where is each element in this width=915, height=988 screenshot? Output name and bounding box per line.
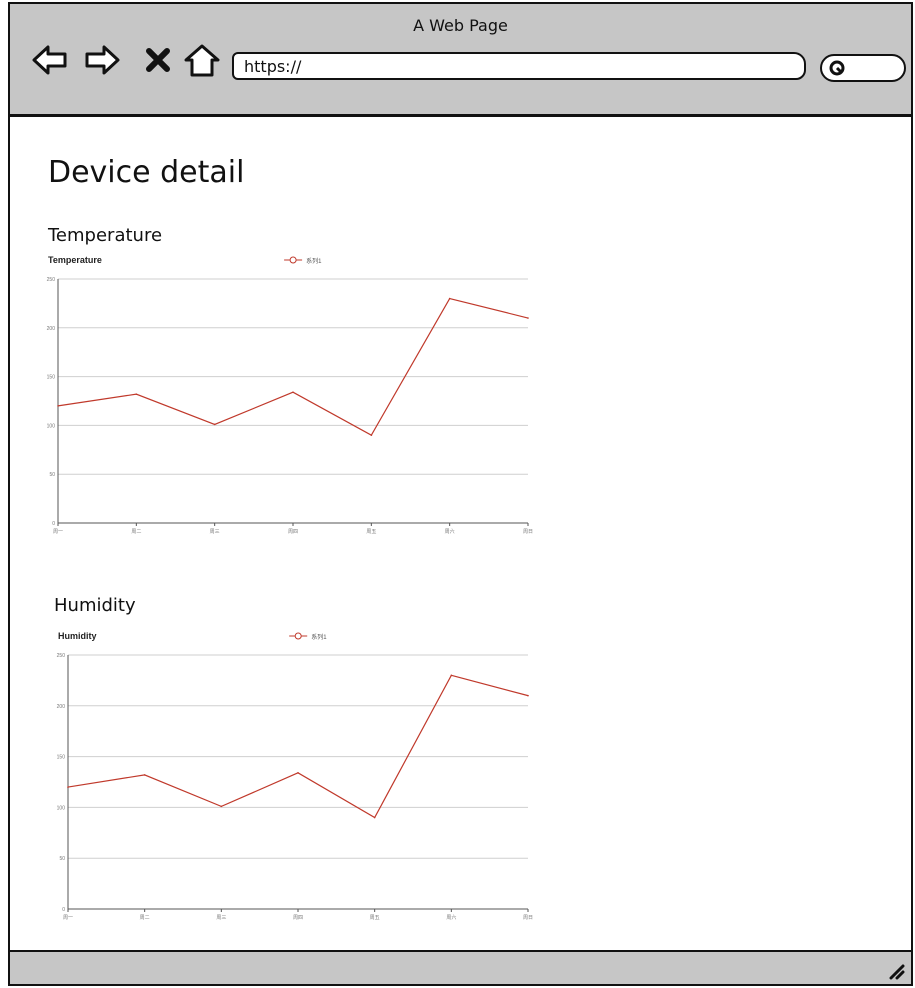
y-tick-label: 50 bbox=[59, 856, 65, 862]
data-point bbox=[213, 423, 216, 426]
x-tick-label: 周五 bbox=[366, 529, 376, 535]
x-tick-label: 周六 bbox=[445, 528, 455, 535]
data-point bbox=[450, 674, 453, 677]
back-arrow-icon bbox=[32, 45, 67, 75]
x-tick-label: 周日 bbox=[523, 529, 533, 535]
close-x-icon bbox=[146, 48, 170, 72]
x-tick-label: 周一 bbox=[63, 915, 73, 921]
y-tick-label: 100 bbox=[57, 805, 66, 811]
window-title: A Web Page bbox=[413, 16, 508, 35]
browser-window: A Web Page https:// Device detail Temper… bbox=[8, 2, 913, 986]
legend-marker bbox=[294, 632, 302, 640]
data-point bbox=[220, 805, 223, 808]
data-point bbox=[448, 297, 451, 300]
legend-label: 系列1 bbox=[306, 257, 322, 265]
home-button[interactable] bbox=[182, 42, 222, 78]
stop-button[interactable] bbox=[140, 42, 180, 78]
chart-title: Humidity bbox=[58, 631, 97, 641]
x-tick-label: 周五 bbox=[370, 915, 380, 921]
address-bar[interactable]: https:// bbox=[232, 52, 806, 80]
page-content: Device detail Temperature Temperature 系列1… bbox=[10, 117, 911, 952]
address-bar-text: https:// bbox=[244, 57, 302, 76]
chart-title: Temperature bbox=[48, 255, 102, 265]
data-point bbox=[370, 434, 373, 436]
humidity-chart: Humidity 系列1 0 50 100 150 200 250 周一 周二 周三 周四 周五 周六 周日 bbox=[57, 631, 533, 921]
y-tick-label: 0 bbox=[62, 907, 65, 913]
search-icon bbox=[829, 60, 845, 76]
y-tick-label: 100 bbox=[47, 423, 56, 429]
page-title: Device detail bbox=[48, 155, 245, 190]
resize-grip-icon[interactable] bbox=[887, 962, 905, 980]
x-tick-label: 周四 bbox=[293, 915, 303, 921]
y-tick-label: 50 bbox=[49, 472, 55, 478]
y-tick-label: 200 bbox=[47, 326, 56, 332]
x-tick-label: 周四 bbox=[288, 529, 298, 535]
forward-arrow-icon bbox=[85, 45, 120, 75]
x-tick-label: 周三 bbox=[216, 915, 226, 921]
data-point bbox=[67, 786, 69, 788]
temperature-heading: Temperature bbox=[48, 225, 163, 246]
x-tick-label: 周三 bbox=[210, 529, 220, 535]
search-button[interactable] bbox=[820, 54, 906, 82]
data-point bbox=[57, 405, 59, 407]
browser-toolbar: A Web Page https:// bbox=[10, 4, 911, 117]
status-bar bbox=[10, 950, 911, 984]
y-tick-label: 200 bbox=[57, 704, 66, 710]
data-point bbox=[135, 393, 138, 395]
x-tick-label: 周一 bbox=[53, 529, 63, 535]
y-tick-label: 250 bbox=[57, 653, 66, 659]
x-tick-label: 周二 bbox=[131, 529, 141, 535]
back-button[interactable] bbox=[30, 42, 70, 78]
legend-marker bbox=[289, 256, 297, 264]
x-tick-label: 周六 bbox=[446, 914, 456, 921]
data-point bbox=[292, 391, 294, 394]
y-tick-label: 150 bbox=[57, 755, 66, 761]
data-point bbox=[527, 317, 529, 319]
home-icon bbox=[184, 44, 220, 77]
y-tick-label: 0 bbox=[52, 521, 55, 527]
data-point bbox=[527, 694, 529, 697]
forward-button[interactable] bbox=[82, 42, 122, 78]
data-point bbox=[297, 772, 299, 774]
humidity-heading: Humidity bbox=[54, 595, 136, 616]
legend-label: 系列1 bbox=[311, 633, 327, 641]
y-tick-label: 150 bbox=[47, 375, 56, 381]
y-tick-label: 250 bbox=[47, 277, 56, 283]
temperature-chart: Temperature 系列1 0 50 100 150 200 250 周一 周二 周三 周四 周五 周… bbox=[47, 255, 533, 535]
series-line bbox=[57, 297, 529, 436]
data-point bbox=[143, 774, 146, 776]
series-line bbox=[67, 674, 529, 819]
x-tick-label: 周日 bbox=[523, 915, 533, 921]
x-tick-label: 周二 bbox=[140, 915, 150, 921]
data-point bbox=[373, 816, 376, 819]
